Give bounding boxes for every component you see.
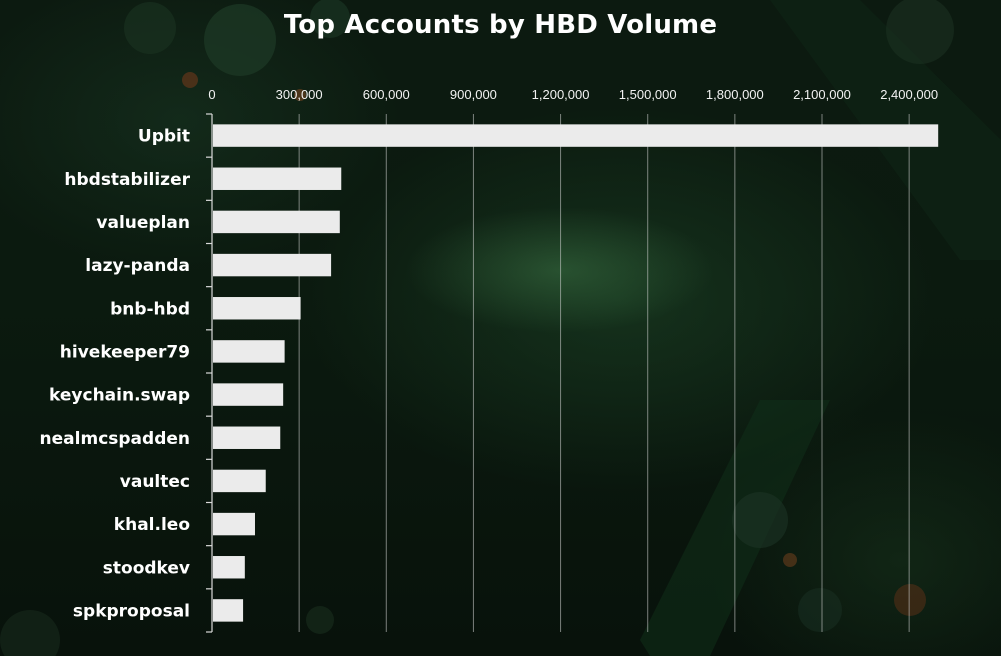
x-tick-label: 1,800,000 [706,87,764,102]
bar-khal-leo [213,512,255,536]
x-tick-label: 2,100,000 [793,87,851,102]
category-label: khal.leo [114,515,190,535]
bar-nealmcspadden [213,426,281,449]
bar-chart: 0 300,000 600,000 900,000 1,200,000 1,500,000… [40,87,939,633]
category-label: valueplan [96,213,190,233]
bar-hivekeeper79 [213,340,285,363]
category-label: vaultec [120,472,190,492]
category-label: nealmcspadden [40,429,190,449]
x-tick-label: 900,000 [450,87,497,102]
chart-root: Top Accounts by HBD Volume 0 300,000 600,0… [0,0,1001,656]
bar-spkproposal [213,599,244,622]
bar-upbit [213,124,939,147]
category-label: spkproposal [73,601,190,621]
bar-lazy-panda [213,253,332,277]
bar-vaultec [213,469,266,493]
x-tick-label: 1,200,000 [532,87,590,102]
bar-keychain-swap [213,383,284,406]
x-tick-label: 1,500,000 [619,87,677,102]
x-tick-label: 300,000 [276,87,323,102]
bar-stoodkev [213,556,245,579]
category-label: keychain.swap [49,386,190,406]
category-label: stoodkev [103,558,190,578]
category-label: hbdstabilizer [64,170,190,190]
category-label: Upbit [138,127,190,147]
bar-bnb-hbd [213,297,301,320]
x-tick-label: 2,400,000 [880,87,938,102]
x-tick-label: 0 [208,87,215,102]
category-label: lazy-panda [85,256,190,276]
bar-valueplan [213,210,340,234]
x-tick-label: 600,000 [363,87,410,102]
category-label: hivekeeper79 [60,342,190,362]
category-label: bnb-hbd [110,299,190,319]
bar-hbdstabilizer [213,167,342,190]
